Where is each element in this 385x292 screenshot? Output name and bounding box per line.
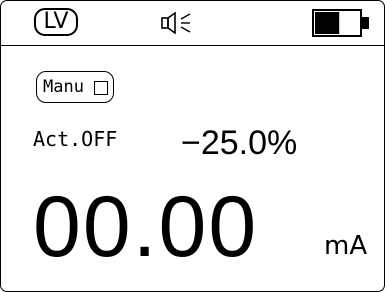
percent-reading: −25.0%	[181, 124, 298, 162]
reading-unit: mA	[324, 231, 368, 261]
main-reading: 00.00	[33, 179, 259, 275]
manual-mode-label: Manu	[43, 77, 84, 97]
battery-icon	[312, 9, 369, 37]
device-screen: LV Manu Act.OFF −25.0% 00.00 mA	[0, 0, 385, 292]
status-bar: LV	[1, 1, 384, 46]
manual-mode-checkbox[interactable]	[94, 81, 108, 95]
speaker-muted-icon[interactable]	[161, 12, 193, 34]
manual-mode-button[interactable]: Manu	[36, 71, 114, 103]
actuator-status: Act.OFF	[33, 127, 118, 151]
mode-badge[interactable]: LV	[34, 8, 78, 36]
